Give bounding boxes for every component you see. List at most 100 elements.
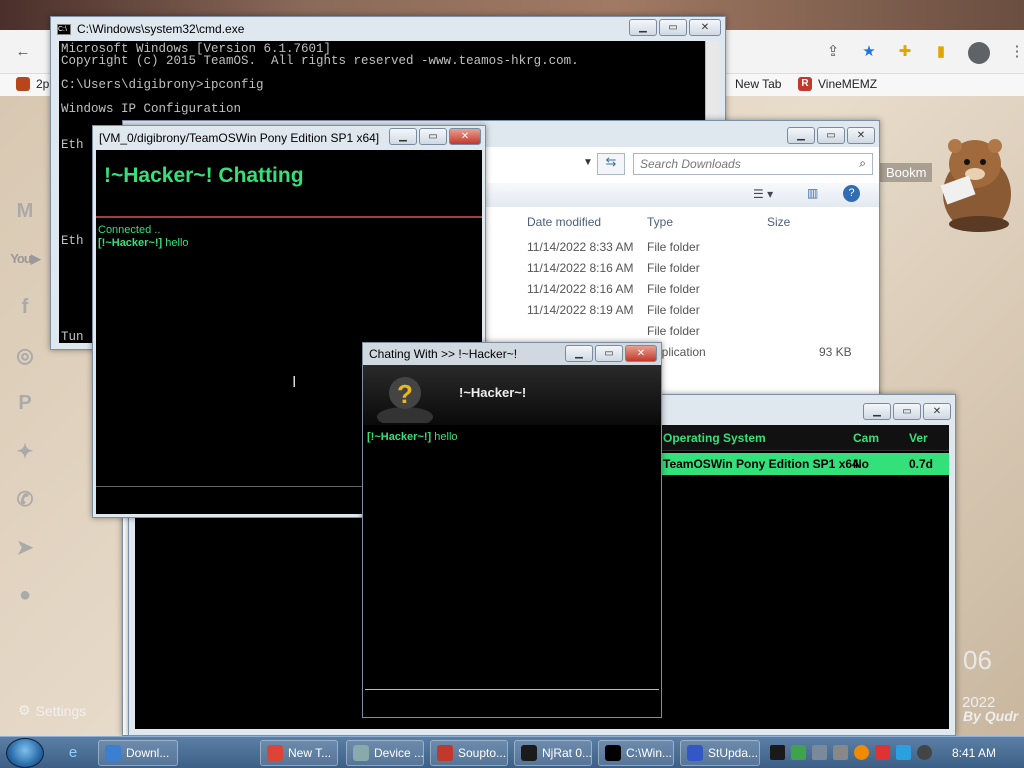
reddit-icon[interactable]: ● — [9, 580, 41, 610]
close-button[interactable]: ✕ — [689, 19, 721, 36]
column-header-date[interactable]: Date modified — [527, 215, 601, 237]
taskbar-app-icon — [105, 745, 121, 761]
row-type[interactable]: File folder — [647, 282, 700, 303]
taskbar-app-icon — [437, 745, 453, 761]
chat-input[interactable] — [365, 689, 659, 713]
minimize-button[interactable]: ▁ — [863, 403, 891, 420]
minimize-button[interactable]: ▁ — [389, 128, 417, 145]
minimize-button[interactable]: ▁ — [787, 127, 815, 144]
back-arrow-icon[interactable]: ← — [14, 42, 32, 60]
ie-icon[interactable]: e — [64, 743, 82, 761]
column-header-ver[interactable]: Ver — [909, 431, 928, 445]
row-type[interactable]: File folder — [647, 303, 700, 324]
taskbar-item[interactable]: Soupto... — [430, 740, 508, 766]
chat-heading: !~Hacker~! Chatting — [104, 164, 304, 187]
row-date[interactable]: 11/14/2022 8:16 AM — [527, 261, 634, 282]
chevron-down-icon[interactable]: ▼ — [583, 157, 593, 168]
whatsapp-icon[interactable]: ✆ — [9, 484, 41, 514]
gear-icon: ⚙ — [18, 702, 31, 718]
njrat-tray-icon[interactable] — [770, 745, 785, 760]
volume-tray-icon[interactable] — [917, 745, 932, 760]
start-button[interactable] — [6, 738, 44, 768]
app-tray-icon[interactable] — [833, 745, 848, 760]
message-text: hello — [434, 431, 458, 443]
close-button[interactable]: ✕ — [847, 127, 875, 144]
bookmark-vinememz[interactable]: R VineMEMZ — [798, 77, 877, 91]
row-date[interactable]: 11/14/2022 8:19 AM — [527, 303, 634, 324]
network-tray-icon[interactable] — [812, 745, 827, 760]
row-type[interactable]: File folder — [647, 240, 700, 261]
taskbar-clock[interactable]: 8:41 AM — [952, 746, 996, 760]
profile-avatar[interactable] — [968, 42, 990, 64]
taskbar-item-label: C:\Win... — [626, 746, 673, 760]
taskbar-item[interactable]: StUpda... — [680, 740, 760, 766]
taskbar-item-label: New T... — [288, 746, 332, 760]
maximize-button[interactable]: ▭ — [419, 128, 447, 145]
help-icon[interactable]: ? — [843, 185, 860, 202]
taskbar-item-label: Device ... — [374, 746, 424, 760]
taskbar: e Downl... New T... Device ... Soupto... NjR… — [0, 736, 1024, 768]
minimize-button[interactable]: ▁ — [629, 19, 657, 36]
chat-partner-name: !~Hacker~! — [459, 385, 527, 400]
refresh-button[interactable]: ⇆ — [597, 153, 625, 175]
bookmark-side-label[interactable]: Bookm — [880, 163, 933, 182]
taskbar-item[interactable]: Downl... — [98, 740, 178, 766]
search-icon[interactable]: ⌕ — [859, 156, 866, 171]
row-date[interactable]: 11/14/2022 8:16 AM — [527, 282, 634, 303]
chat-with-window[interactable]: Chating With >> !~Hacker~! ▁ ▭ ✕ ? !~Hac… — [362, 342, 662, 718]
maximize-button[interactable]: ▭ — [595, 345, 623, 362]
close-button[interactable]: ✕ — [625, 345, 657, 362]
svg-text:?: ? — [397, 379, 413, 409]
search-tray-icon[interactable] — [854, 745, 869, 760]
row-type[interactable]: File folder — [647, 261, 700, 282]
cmd-titlebar[interactable]: C:\ C:\Windows\system32\cmd.exe — [51, 17, 725, 41]
client-version: 0.7d — [909, 457, 934, 471]
taskbar-item[interactable]: C:\Win... — [598, 740, 674, 766]
close-button[interactable]: ✕ — [449, 128, 481, 145]
settings-link[interactable]: ⚙ Settings — [18, 702, 86, 719]
bookmark-item[interactable]: 2p — [16, 77, 49, 91]
flag-tray-icon[interactable] — [875, 745, 890, 760]
column-header-cam[interactable]: Cam — [853, 431, 879, 445]
gmail-icon[interactable]: M — [9, 196, 41, 226]
display-tray-icon[interactable] — [896, 745, 911, 760]
youtube-icon[interactable]: You▶ — [9, 244, 41, 274]
twitter-icon[interactable]: ✦ — [9, 436, 41, 466]
sidepanel-icon[interactable]: ▮ — [932, 42, 950, 60]
taskbar-item[interactable]: New T... — [260, 740, 338, 766]
minimize-button[interactable]: ▁ — [565, 345, 593, 362]
row-size[interactable]: 93 KB — [819, 345, 852, 366]
njrat-window-controls: ▁ ▭ ✕ — [863, 403, 951, 420]
view-options-icon[interactable]: ☰ ▾ — [753, 187, 773, 201]
extensions-icon[interactable]: ✚ — [896, 42, 914, 60]
bookmark-new-tab[interactable]: New Tab — [735, 77, 781, 91]
column-header-type[interactable]: Type — [647, 215, 673, 237]
console-line: Copyright (c) 2015 TeamOS. All rights re… — [61, 54, 579, 68]
row-date[interactable]: 11/14/2022 8:33 AM — [527, 240, 634, 261]
star-icon[interactable]: ★ — [860, 42, 878, 60]
shield-tray-icon[interactable] — [791, 745, 806, 760]
preview-pane-icon[interactable]: ▥ — [807, 186, 818, 200]
taskbar-item[interactable]: NjRat 0... — [514, 740, 592, 766]
menu-icon[interactable]: ⋮ — [1008, 42, 1024, 60]
instagram-icon[interactable]: ◎ — [9, 340, 41, 370]
console-line: C:\Users\digibrony>ipconfig — [61, 78, 264, 92]
taskbar-item-label: Downl... — [126, 746, 170, 760]
maximize-button[interactable]: ▭ — [893, 403, 921, 420]
gadget-signature: By Qudr — [963, 708, 1019, 724]
close-button[interactable]: ✕ — [923, 403, 951, 420]
pinterest-icon[interactable]: P — [9, 388, 41, 418]
taskbar-item[interactable]: Device ... — [346, 740, 424, 766]
social-sidebar: M You▶ f ◎ P ✦ ✆ ➤ ● — [0, 196, 50, 646]
maximize-button[interactable]: ▭ — [817, 127, 845, 144]
column-header-size[interactable]: Size — [767, 215, 790, 237]
bookmark-icon — [16, 77, 30, 91]
maximize-button[interactable]: ▭ — [659, 19, 687, 36]
client-os: TeamOSWin Pony Edition SP1 x64 — [663, 457, 859, 471]
search-input[interactable]: Search Downloads ⌕ — [633, 153, 873, 175]
facebook-icon[interactable]: f — [9, 292, 41, 322]
telegram-icon[interactable]: ➤ — [9, 532, 41, 562]
column-header-os[interactable]: Operating System — [663, 431, 766, 445]
share-icon[interactable]: ⇪ — [824, 42, 842, 60]
message-text: hello — [165, 237, 189, 249]
